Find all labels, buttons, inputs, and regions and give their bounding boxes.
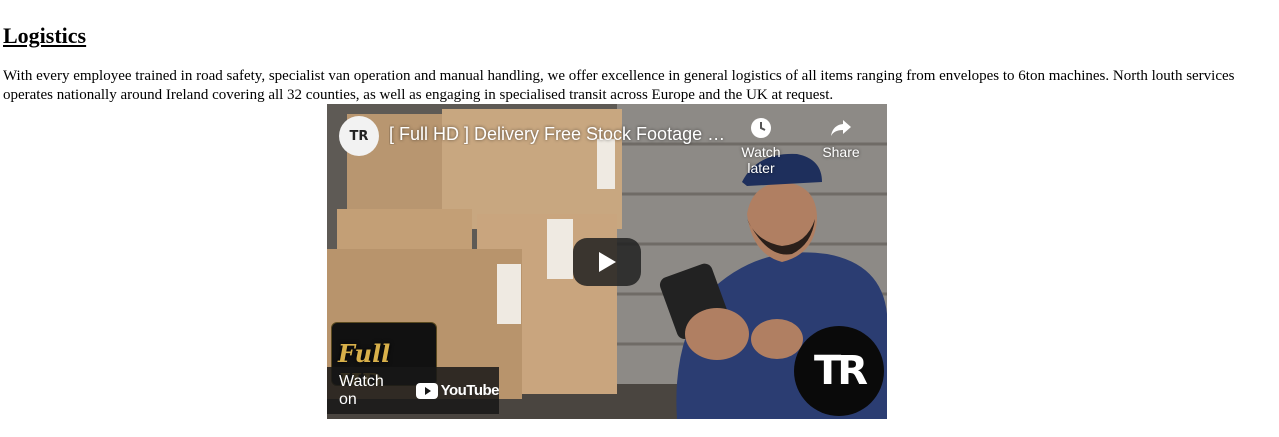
brand-logo: TR — [794, 326, 884, 416]
youtube-logo: YouTube — [415, 382, 500, 399]
share-button[interactable]: Share — [811, 116, 871, 160]
watch-later-button[interactable]: Watch later — [731, 116, 791, 176]
channel-avatar[interactable]: TR — [339, 116, 379, 156]
watch-on-youtube-button[interactable]: Watch on YouTube — [327, 367, 500, 414]
section-paragraph: With every employee trained in road safe… — [3, 68, 1235, 103]
watch-on-label: Watch on — [339, 372, 384, 408]
clock-icon — [731, 116, 791, 144]
share-icon — [811, 116, 871, 144]
video-embed[interactable]: TR [ Full HD ] Delivery Free Stock Foota… — [327, 104, 887, 419]
watch-later-label: Watch later — [741, 144, 781, 176]
video-title-link[interactable]: [ Full HD ] Delivery Free Stock Footage … — [389, 124, 729, 145]
play-button[interactable] — [573, 238, 641, 286]
play-icon — [599, 252, 616, 272]
youtube-icon — [415, 382, 438, 399]
section-heading: Logistics — [3, 23, 87, 49]
share-label: Share — [822, 144, 860, 160]
